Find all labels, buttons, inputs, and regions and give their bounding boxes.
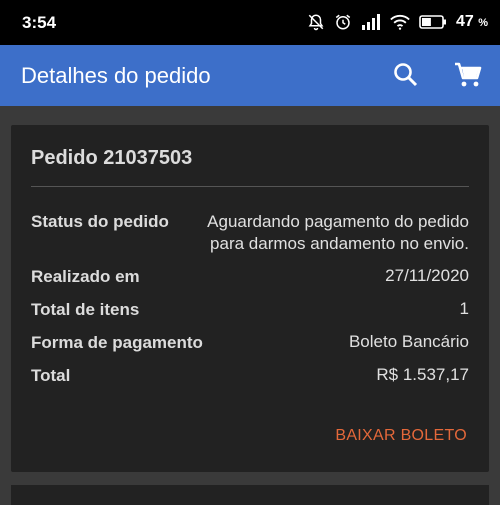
order-date-label: Realizado em: [31, 267, 140, 286]
payment-method-value: Boleto Bancário: [348, 332, 469, 351]
page-title: Detalhes do pedido: [21, 63, 211, 88]
battery-percent: 47 %: [456, 13, 488, 31]
download-boleto-button[interactable]: BAIXAR BOLETO: [335, 427, 467, 445]
order-title: Pedido 21037503: [31, 147, 193, 169]
order-total-label: Total: [31, 366, 71, 385]
cart-icon: [455, 62, 482, 87]
order-status-value: Aguardando pagamento do pedido para darm…: [169, 211, 469, 255]
order-card: Pedido 21037503 Status do pedido Aguarda…: [11, 125, 489, 472]
wifi-icon: [390, 14, 410, 30]
payment-method-label: Forma de pagamento: [31, 333, 203, 352]
search-button[interactable]: [390, 59, 422, 91]
status-icons: 47 %: [307, 10, 488, 34]
order-status-line1: Aguardando pagamento do pedido: [207, 212, 469, 231]
order-status-label: Status do pedido: [31, 212, 169, 231]
item-count-value: 1: [459, 299, 469, 318]
battery-unit: %: [478, 17, 488, 29]
notifications-off-icon: [307, 13, 325, 31]
battery-percent-value: 47: [455, 13, 474, 30]
divider: [31, 186, 469, 187]
item-count-label: Total de itens: [31, 300, 140, 319]
alarm-icon: [334, 13, 352, 31]
next-card: [11, 485, 489, 505]
status-bar: 3:54 47 %: [0, 0, 500, 45]
order-date-value: 27/11/2020: [385, 266, 469, 285]
cart-button[interactable]: [452, 59, 484, 91]
battery-icon: [419, 15, 447, 29]
order-total-value: R$ 1.537,17: [376, 365, 469, 384]
search-icon: [394, 63, 418, 87]
order-status-line2: para darmos andamento no envio.: [210, 234, 469, 253]
signal-icon: [361, 14, 381, 30]
app-bar: Detalhes do pedido: [0, 45, 500, 106]
status-time: 3:54: [22, 13, 57, 32]
